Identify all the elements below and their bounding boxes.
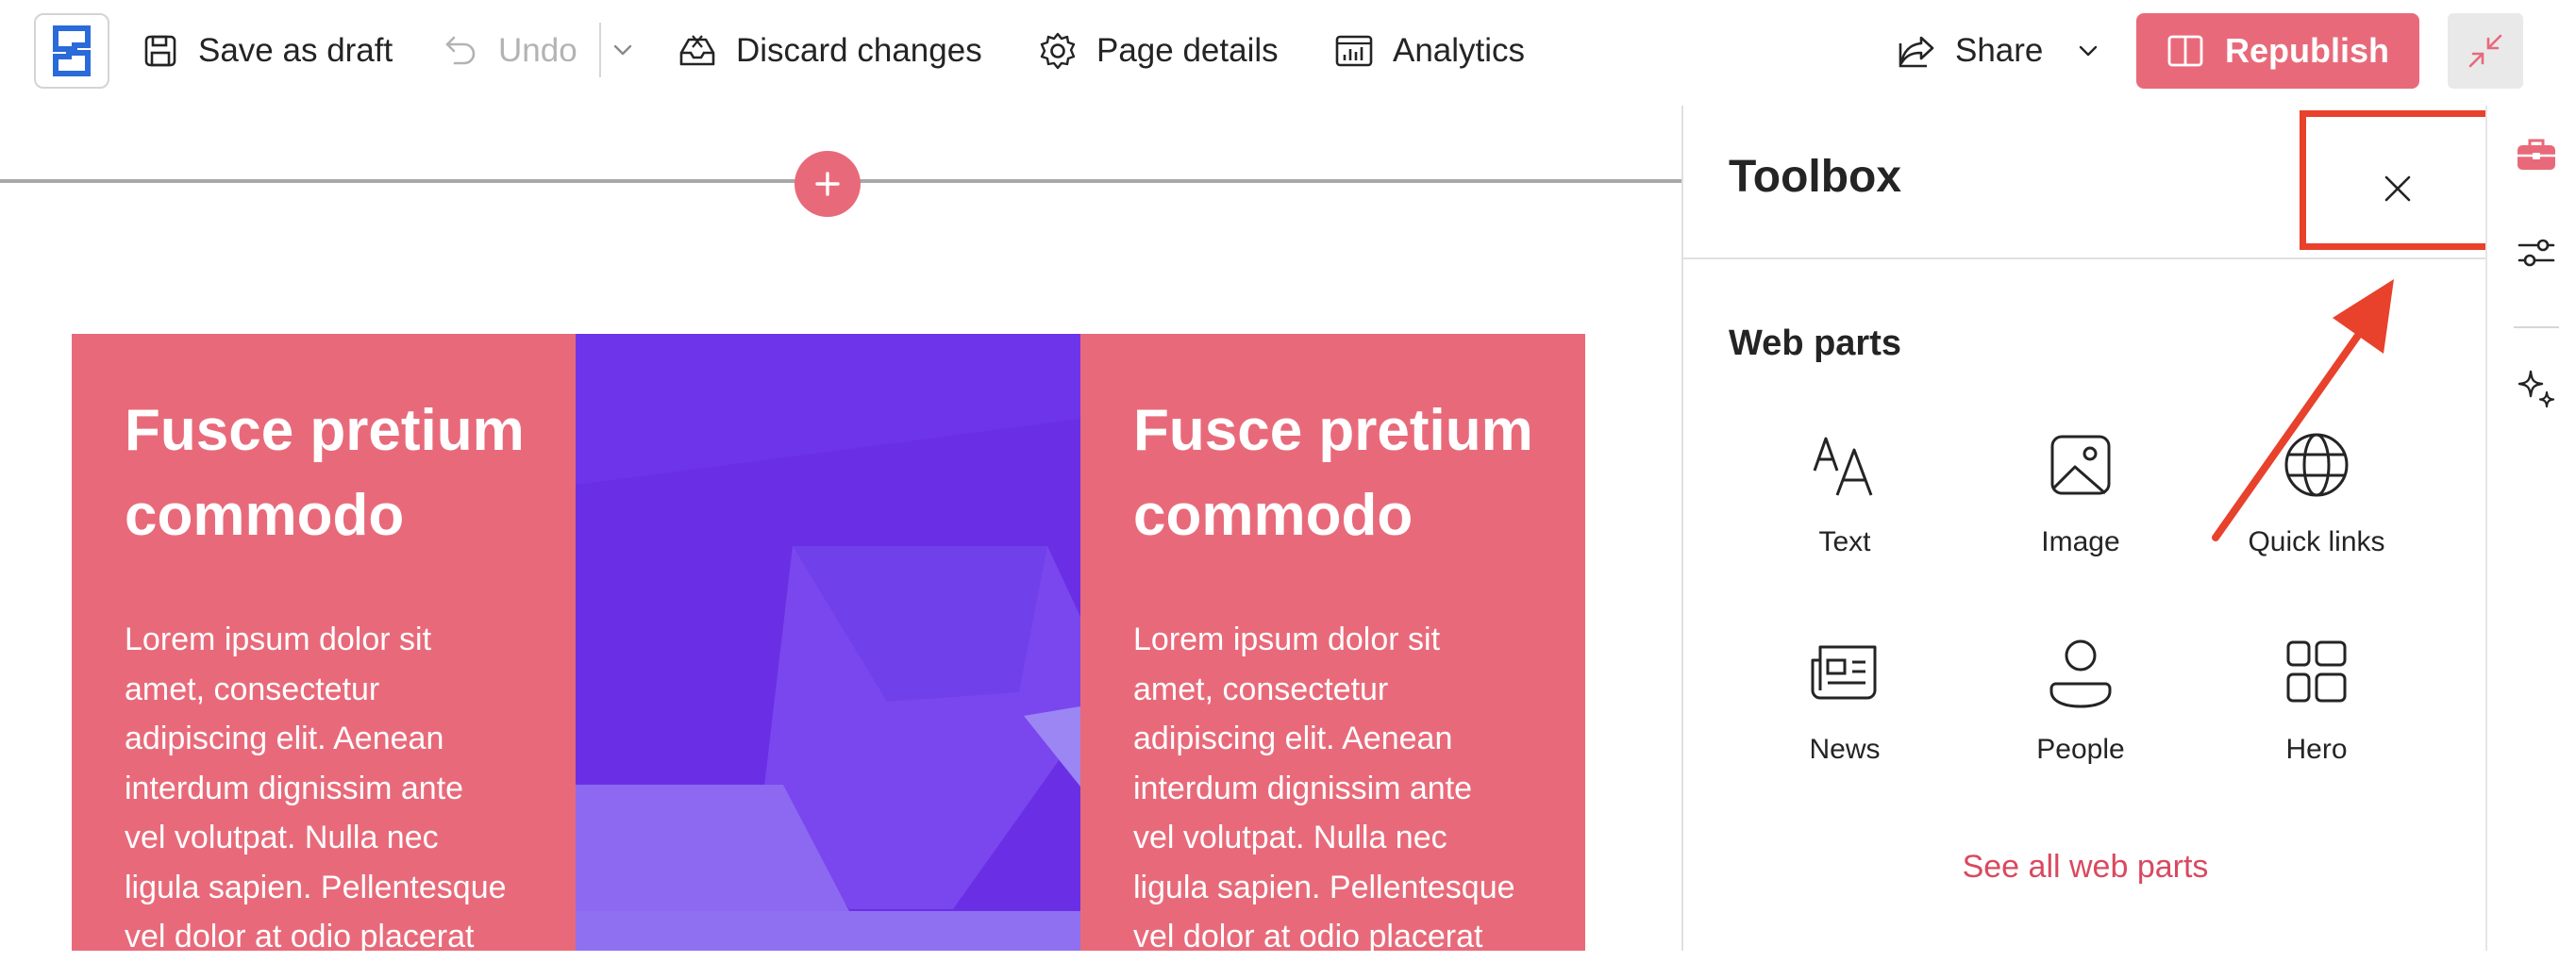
web-part-image[interactable]: Image — [1963, 423, 2199, 558]
discard-icon — [677, 32, 717, 70]
undo-icon — [442, 32, 479, 70]
discard-changes-button[interactable]: Discard changes — [677, 21, 982, 81]
card-title: Fusce pretium commodo — [125, 398, 525, 548]
see-all-web-parts-link[interactable]: See all web parts — [1906, 849, 2265, 886]
web-parts-heading: Web parts — [1729, 323, 1902, 363]
republish-label: Republish — [2224, 31, 2389, 70]
save-icon — [142, 32, 179, 70]
undo-label: Undo — [498, 32, 577, 69]
content-card-left[interactable]: Fusce pretium commodo Lorem ipsum dolor … — [72, 334, 576, 954]
annotation-highlight-box — [2300, 110, 2494, 250]
analytics-button[interactable]: Analytics — [1334, 21, 1525, 81]
discard-label: Discard changes — [736, 32, 982, 69]
text-icon — [1809, 423, 1881, 507]
card-body-text: Lorem ipsum dolor sit amet, consectetur … — [1133, 622, 1515, 954]
web-part-label: Quick links — [2248, 526, 2385, 557]
command-bar: Save as draft Undo Discard changes Page … — [0, 0, 2576, 104]
abstract-image — [576, 334, 1080, 951]
globe-icon — [2281, 423, 2352, 507]
collapse-arrows-icon — [2465, 30, 2506, 72]
web-part-label: People — [2036, 734, 2125, 765]
toolbar-divider — [599, 23, 601, 77]
web-part-label: Image — [2041, 526, 2120, 557]
add-section-button[interactable] — [795, 151, 861, 217]
book-icon — [2166, 33, 2204, 69]
save-draft-button[interactable]: Save as draft — [142, 21, 393, 81]
person-icon — [2048, 630, 2114, 715]
web-part-quick-links[interactable]: Quick links — [2199, 423, 2434, 558]
save-draft-label: Save as draft — [198, 32, 393, 69]
web-part-text[interactable]: Text — [1727, 423, 1963, 558]
card-body-text: Lorem ipsum dolor sit amet, consectetur … — [125, 622, 507, 954]
image-panel[interactable] — [576, 334, 1080, 951]
sharepoint-logo-icon[interactable] — [34, 13, 109, 89]
page-details-label: Page details — [1096, 32, 1279, 69]
content-card-right[interactable]: Fusce pretium commodo Lorem ipsum dolor … — [1080, 334, 1585, 954]
toolbox-title: Toolbox — [1729, 152, 1902, 202]
share-button[interactable]: Share — [1897, 21, 2101, 81]
toolbox-header-divider — [1683, 257, 2485, 259]
share-icon — [1897, 32, 1936, 70]
sparkle-icon — [2516, 368, 2557, 409]
copilot-rail-button[interactable] — [2499, 351, 2574, 426]
undo-dropdown-chevron-down-icon[interactable] — [609, 36, 637, 64]
properties-rail-button[interactable] — [2499, 215, 2574, 290]
rail-divider — [2514, 326, 2559, 328]
news-icon — [1809, 630, 1881, 715]
web-part-label: News — [1809, 734, 1881, 765]
page-details-button[interactable]: Page details — [1038, 21, 1279, 81]
web-part-label: Hero — [2285, 734, 2348, 765]
card-title: Fusce pretium commodo — [1133, 398, 1533, 548]
analytics-label: Analytics — [1393, 32, 1526, 69]
hero-icon — [2283, 630, 2350, 715]
analytics-icon — [1334, 32, 1374, 70]
chevron-down-icon — [2075, 38, 2101, 64]
undo-button[interactable]: Undo — [442, 21, 577, 81]
republish-button[interactable]: Republish — [2136, 13, 2419, 89]
gear-icon — [1038, 31, 1078, 71]
toolbox-rail-button[interactable] — [2499, 117, 2574, 192]
plus-icon — [811, 168, 844, 200]
image-icon — [2047, 423, 2115, 507]
web-part-label: Text — [1818, 526, 1871, 557]
toolbox-icon — [2515, 136, 2558, 174]
web-part-hero[interactable]: Hero — [2199, 630, 2434, 766]
web-part-people[interactable]: People — [1963, 630, 2199, 766]
share-label: Share — [1955, 32, 2044, 69]
web-part-news[interactable]: News — [1727, 630, 1963, 766]
collapse-button[interactable] — [2448, 13, 2523, 89]
sliders-icon — [2516, 232, 2557, 274]
